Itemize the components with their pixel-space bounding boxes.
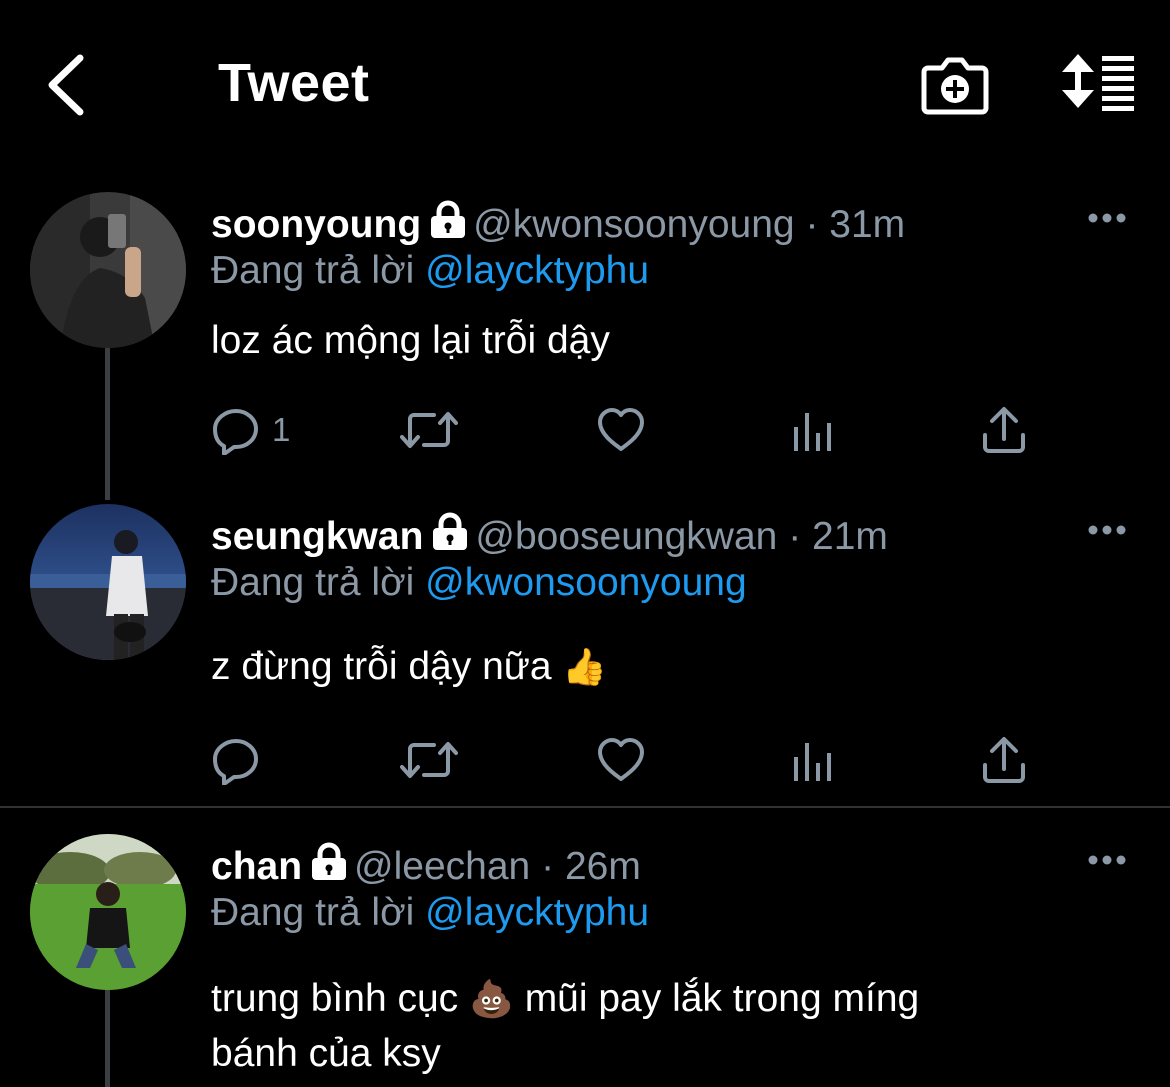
sort-list-icon [1062, 54, 1134, 111]
separator: · [541, 845, 555, 888]
retweet-button[interactable] [400, 730, 458, 790]
tweet-detail-screen: Tweet soonyoung @kwonsoonyoung · 31m Đan… [0, 0, 1170, 1087]
top-nav-bar: Tweet [0, 0, 1170, 170]
lock-icon [431, 512, 469, 563]
action-bar: 1 [0, 400, 1170, 460]
tweet-text: trung bình cục 💩 mũi pay lắk trong míng … [211, 972, 1091, 1081]
tweet-text-part: mũi pay lắk trong míng [524, 977, 920, 1020]
thread-connector [105, 990, 110, 1087]
tweet-text-line: trung bình cục 💩 mũi pay lắk trong míng [211, 972, 1091, 1027]
analytics-icon [794, 743, 831, 781]
tweet-text: z đừng trỗi dậy nữa 👍 [211, 640, 1091, 695]
more-icon [1088, 525, 1126, 535]
tweet-header: seungkwan @booseungkwan · 21m [211, 512, 888, 563]
like-button[interactable] [596, 730, 646, 790]
replying-to: Đang trả lời @laycktyphu [211, 248, 649, 294]
chevron-left-icon [48, 54, 84, 116]
page-title: Tweet [218, 53, 370, 113]
replying-prefix: Đang trả lời [211, 891, 415, 934]
more-options-button[interactable] [1086, 520, 1128, 540]
replying-prefix: Đang trả lời [211, 249, 415, 292]
reply-icon [213, 409, 258, 455]
display-name[interactable]: soonyoung [211, 203, 421, 246]
camera-add-button[interactable] [920, 52, 990, 116]
timestamp: 21m [812, 515, 888, 558]
avatar[interactable] [30, 504, 186, 660]
display-name[interactable]: chan [211, 845, 302, 888]
tweet-header: chan @leechan · 26m [211, 842, 641, 893]
tweet-text-part: trung bình cục [211, 977, 459, 1020]
poop-emoji: 💩 [469, 979, 514, 1020]
reply-button[interactable]: 1 [212, 400, 290, 460]
more-options-button[interactable] [1086, 208, 1128, 228]
replying-to-link[interactable]: @laycktyphu [425, 891, 649, 934]
retweet-icon [400, 742, 458, 778]
more-icon [1088, 213, 1126, 223]
lock-icon [310, 842, 348, 893]
replying-to: Đang trả lời @laycktyphu [211, 890, 649, 936]
avatar[interactable] [30, 834, 186, 990]
share-icon [983, 407, 1025, 453]
replying-to: Đang trả lời @kwonsoonyoung [211, 560, 747, 606]
action-bar [0, 730, 1170, 790]
replying-prefix: Đang trả lời [211, 561, 415, 604]
divider [0, 806, 1170, 808]
reply-button[interactable] [212, 730, 262, 790]
share-icon [983, 737, 1025, 783]
back-button[interactable] [40, 50, 96, 120]
like-button[interactable] [596, 400, 646, 460]
analytics-button[interactable] [792, 400, 834, 460]
heart-icon [598, 738, 644, 781]
analytics-button[interactable] [792, 730, 834, 790]
camera-add-icon [921, 57, 989, 115]
display-name[interactable]: seungkwan [211, 515, 423, 558]
heart-icon [598, 408, 644, 451]
analytics-icon [794, 413, 831, 451]
separator: · [788, 515, 802, 558]
tweet-text: loz ác mộng lại trỗi dậy [211, 319, 610, 362]
tweet-text-line: bánh của ksy [211, 1032, 441, 1075]
reply-icon [213, 739, 258, 785]
reply-count: 1 [272, 411, 291, 448]
handle[interactable]: @leechan [354, 845, 530, 888]
tweet-text-body: z đừng trỗi dậy nữa [211, 645, 552, 688]
timestamp: 31m [829, 203, 906, 246]
replying-to-link[interactable]: @laycktyphu [425, 249, 649, 292]
lock-icon [429, 200, 467, 251]
separator: · [805, 203, 819, 246]
avatar[interactable] [30, 192, 186, 348]
more-icon [1088, 855, 1126, 865]
handle[interactable]: @kwonsoonyoung [473, 203, 794, 246]
timestamp: 26m [564, 845, 641, 888]
thumbs-up-emoji: 👍 [562, 647, 608, 688]
share-button[interactable] [980, 730, 1028, 790]
sort-replies-button[interactable] [1058, 50, 1138, 112]
replying-to-link[interactable]: @kwonsoonyoung [425, 561, 746, 604]
more-options-button[interactable] [1086, 850, 1128, 870]
retweet-button[interactable] [400, 400, 458, 460]
tweet-header: soonyoung @kwonsoonyoung · 31m [211, 200, 905, 251]
share-button[interactable] [980, 400, 1028, 460]
retweet-icon [400, 412, 458, 448]
handle[interactable]: @booseungkwan [475, 515, 777, 558]
